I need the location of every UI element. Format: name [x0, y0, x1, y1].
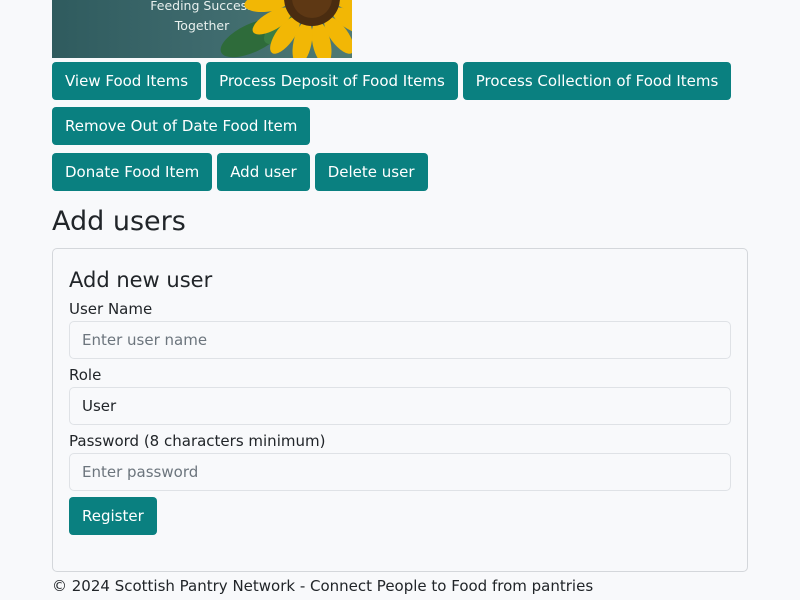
footer-text: © 2024 Scottish Pantry Network - Connect…	[52, 577, 594, 595]
page-container: Feeding Success Together View Food Items…	[52, 0, 748, 596]
username-input[interactable]	[69, 321, 731, 359]
form-title: Add new user	[69, 268, 213, 292]
role-label: Role	[69, 366, 102, 384]
password-label: Password (8 characters minimum)	[69, 432, 326, 450]
page-title: Add users	[52, 206, 186, 237]
donate-food-item-button[interactable]: Donate Food Item	[52, 153, 213, 191]
register-button[interactable]: Register	[69, 497, 157, 535]
sunflower-image	[220, 0, 352, 58]
view-food-items-button[interactable]: View Food Items	[52, 62, 202, 100]
process-deposit-button[interactable]: Process Deposit of Food Items	[206, 62, 458, 100]
username-label: User Name	[69, 300, 153, 318]
add-user-card: Add new user User Name Role Password (8 …	[52, 248, 748, 572]
remove-out-of-date-button[interactable]: Remove Out of Date Food Item	[52, 107, 311, 145]
process-collection-button[interactable]: Process Collection of Food Items	[462, 62, 732, 100]
nav-row-3: Donate Food Item Add user Delete user	[52, 153, 748, 191]
nav-row-1: View Food Items Process Deposit of Food …	[52, 62, 748, 100]
nav-row-2: Remove Out of Date Food Item	[52, 107, 748, 145]
banner-image: Feeding Success Together	[52, 0, 352, 58]
role-input[interactable]	[69, 387, 731, 425]
password-input[interactable]	[69, 453, 731, 491]
add-user-button[interactable]: Add user	[217, 153, 310, 191]
delete-user-button[interactable]: Delete user	[314, 153, 428, 191]
